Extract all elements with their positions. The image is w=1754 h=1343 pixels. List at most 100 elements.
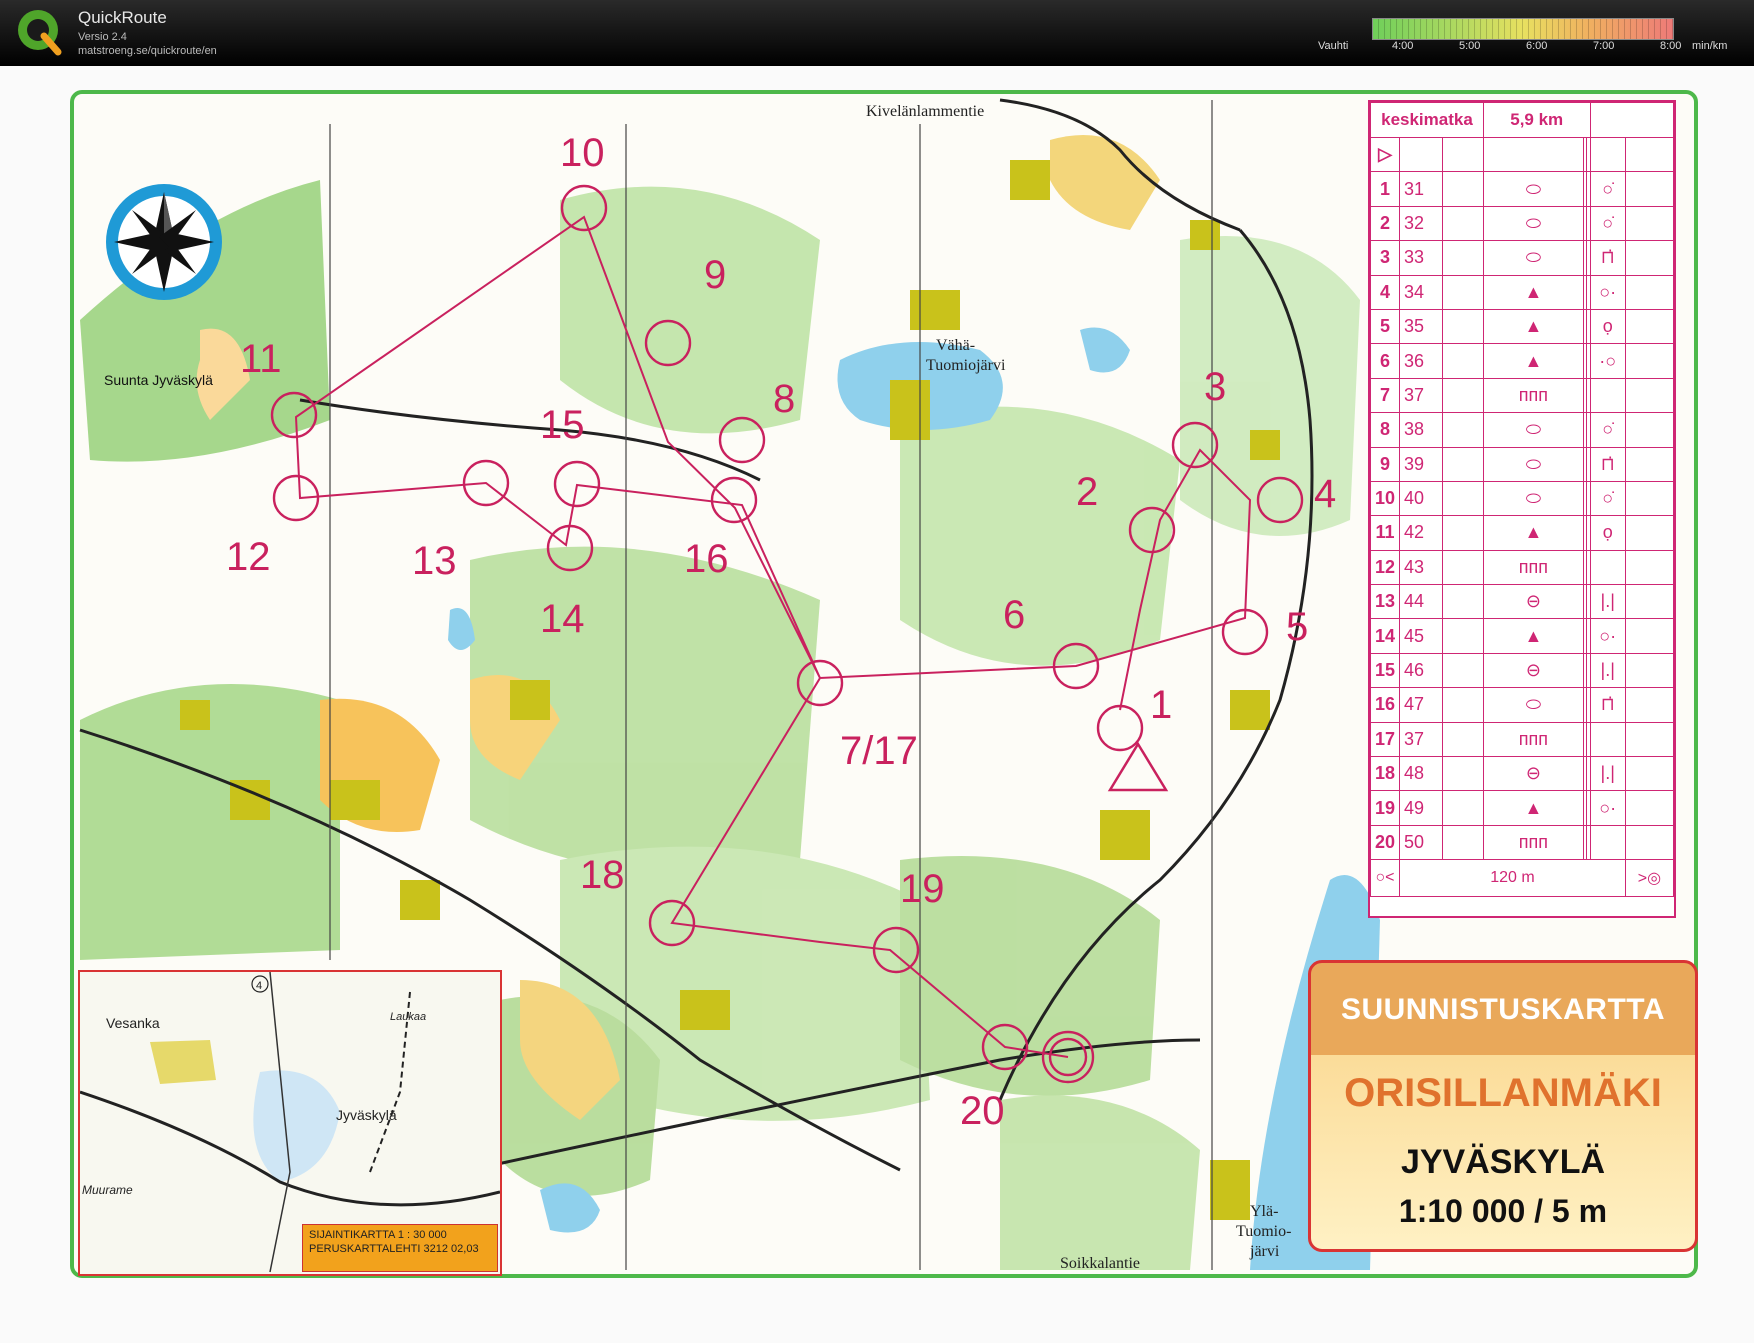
blank-cell: [1624, 412, 1675, 448]
inset-place: Vesanka: [106, 1015, 160, 1031]
control-description-row: 6 36 ▲ ·○: [1370, 343, 1675, 379]
map-title-box: SUUNNISTUSKARTTA ORISILLANMÄKI JYVÄSKYLÄ…: [1308, 960, 1698, 1252]
detail-symbol: ⊓̇: [1589, 687, 1626, 723]
inset-road-number: 4: [256, 980, 262, 992]
location-inset-map: Vesanka Jyväskylä Muurame Laukaa 4 SIJAI…: [78, 970, 502, 1276]
control-code: 37: [1399, 721, 1443, 758]
feature-symbol: ▲: [1482, 515, 1584, 551]
control-code: 44: [1399, 584, 1443, 620]
feature-symbol: ▲: [1482, 308, 1584, 345]
control-number: 6: [1370, 343, 1400, 379]
detail-symbol: ọ: [1589, 515, 1626, 551]
detail-symbol: ⊓̇: [1589, 446, 1626, 482]
control-number: 9: [1370, 446, 1400, 482]
map-scale: 1:10 000 / 5 m: [1398, 1193, 1608, 1229]
compass-rose-icon: [106, 184, 222, 300]
control-number: 3: [1204, 365, 1226, 409]
pace-label: Vauhti: [1318, 40, 1349, 52]
feature-symbol: ⬭: [1482, 171, 1584, 207]
blank-cell: [1442, 584, 1484, 620]
control-code: 47: [1399, 687, 1443, 723]
control-number: 19: [1370, 790, 1400, 826]
blank-cell: [1624, 205, 1675, 242]
detail-symbol: [1589, 377, 1626, 414]
pace-color-scale: [1372, 18, 1674, 40]
blank-cell: [1624, 480, 1675, 517]
blank-cell: [1624, 687, 1675, 723]
feature-symbol: ᴨᴨᴨ: [1482, 721, 1584, 758]
control-code: 32: [1399, 205, 1443, 242]
detail-symbol: |.|: [1589, 756, 1626, 792]
blank-cell: [1624, 584, 1675, 620]
control-number: 11: [1370, 515, 1400, 551]
detail-symbol: |.|: [1589, 652, 1626, 689]
blank-cell: [1624, 790, 1675, 826]
quickroute-logo-icon: [18, 10, 62, 56]
pace-tick: 6:00: [1526, 40, 1548, 52]
app-version: Versio 2.4: [78, 31, 127, 43]
blank-cell: [1442, 790, 1484, 826]
control-number: 8: [1370, 412, 1400, 448]
detail-symbol: ○̇: [1589, 205, 1626, 242]
inset-caption-scale: SIJAINTIKARTTA 1 : 30 000: [309, 1229, 447, 1241]
detail-symbol: [1589, 549, 1626, 586]
control-code: 45: [1399, 618, 1443, 654]
blank-cell: [1442, 480, 1484, 517]
control-number: 10: [1370, 480, 1400, 517]
control-number: 12: [1370, 549, 1400, 586]
control-code: 46: [1399, 652, 1443, 689]
control-number: 1: [1370, 171, 1400, 207]
blank-cell: [1442, 446, 1484, 482]
compass-label: Suunta Jyväskylä: [104, 372, 213, 388]
inset-place: Muurame: [82, 1183, 133, 1197]
map-type-title: SUUNNISTUSKARTTA: [1340, 993, 1666, 1026]
control-number: 3: [1370, 240, 1400, 276]
control-number: 18: [580, 853, 625, 897]
place-name: Vähä-: [936, 337, 975, 354]
control-description-row: 20 50 ᴨᴨᴨ: [1370, 824, 1675, 861]
feature-symbol: ⬭: [1482, 480, 1584, 517]
control-number: 9: [704, 253, 726, 297]
control-description-row: 4 34 ▲ ○·: [1370, 274, 1675, 310]
pace-tick: 4:00: [1392, 40, 1414, 52]
inset-caption-sheet: PERUSKARTTALEHTI 3212 02,03: [309, 1243, 479, 1255]
detail-symbol: ·○: [1589, 343, 1626, 379]
control-number: 7/17: [840, 729, 918, 773]
detail-symbol: ọ: [1589, 308, 1626, 345]
inset-place: Jyväskylä: [336, 1107, 397, 1123]
feature-symbol: ⬭: [1482, 687, 1584, 723]
blank-cell: [1624, 652, 1675, 689]
control-number: 19: [900, 867, 945, 911]
blank-cell: [1442, 412, 1484, 448]
detail-symbol: ⊓̇: [1589, 240, 1626, 276]
control-code: 38: [1399, 412, 1443, 448]
place-name: järvi: [1249, 1243, 1280, 1260]
control-number: 16: [684, 537, 729, 581]
feature-symbol: ⊖: [1482, 584, 1584, 620]
inset-caption: SIJAINTIKARTTA 1 : 30 000 PERUSKARTTALEH…: [302, 1224, 498, 1272]
feature-symbol: ⬭: [1482, 412, 1584, 448]
blank-cell: [1624, 240, 1675, 276]
control-number: 8: [773, 377, 795, 421]
blank-cell: [1442, 687, 1484, 723]
blank-cell: [1624, 549, 1675, 586]
feature-symbol: ⊖: [1482, 756, 1584, 792]
finish-icon: ○<: [1370, 859, 1400, 898]
feature-symbol: ▲: [1482, 274, 1584, 310]
control-number: 14: [1370, 618, 1400, 654]
feature-symbol: ▲: [1482, 618, 1584, 654]
feature-symbol: ⬭: [1482, 240, 1584, 276]
control-number: 20: [1370, 824, 1400, 861]
control-number: 17: [1370, 721, 1400, 758]
course-name: keskimatka: [1370, 102, 1484, 138]
control-description-row: 7 37 ᴨᴨᴨ: [1370, 377, 1675, 414]
blank-cell: [1624, 274, 1675, 310]
blank-cell: [1442, 308, 1484, 345]
blank-cell: [1624, 308, 1675, 345]
control-number: 16: [1370, 687, 1400, 723]
control-number: 11: [240, 337, 282, 381]
detail-symbol: ○·: [1589, 790, 1626, 826]
start-triangle-icon: ▷: [1370, 136, 1400, 173]
control-number: 15: [1370, 652, 1400, 689]
pace-unit: min/km: [1692, 40, 1728, 52]
